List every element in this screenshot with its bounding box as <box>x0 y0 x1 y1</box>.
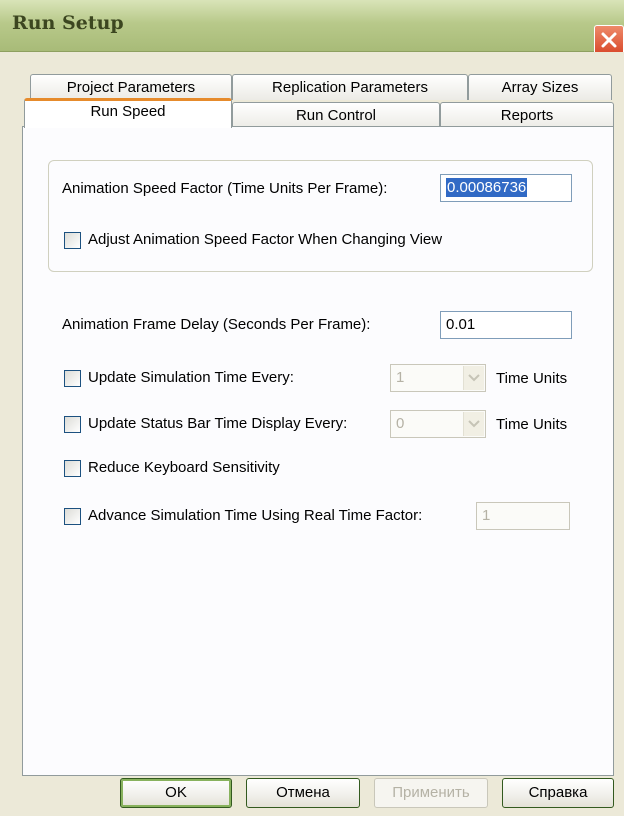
tab-run-speed[interactable]: Run Speed <box>24 98 232 128</box>
update-sim-time-checkbox[interactable] <box>64 370 81 387</box>
reduce-keyboard-checkbox[interactable] <box>64 460 81 477</box>
update-status-bar-dropdown-button[interactable] <box>463 412 484 436</box>
tab-reports[interactable]: Reports <box>440 102 614 128</box>
adjust-speed-factor-label: Adjust Animation Speed Factor When Chang… <box>88 231 443 248</box>
help-button[interactable]: Справка <box>502 778 614 808</box>
update-sim-time-units: Time Units <box>496 370 568 387</box>
speed-factor-label: Animation Speed Factor (Time Units Per F… <box>62 180 388 197</box>
update-sim-time-dropdown-button[interactable] <box>463 366 484 390</box>
tab-replication-parameters[interactable]: Replication Parameters <box>232 74 468 100</box>
reduce-keyboard-label: Reduce Keyboard Sensitivity <box>88 459 280 476</box>
frame-delay-input[interactable]: 0.01 <box>440 311 572 339</box>
speed-factor-input[interactable]: 0.00086736 <box>440 174 572 202</box>
close-icon <box>601 32 617 48</box>
advance-sim-checkbox[interactable] <box>64 508 81 525</box>
update-status-bar-label: Update Status Bar Time Display Every: <box>88 415 348 432</box>
cancel-button[interactable]: Отмена <box>246 778 360 808</box>
update-sim-time-combo[interactable]: 1 <box>390 364 486 392</box>
apply-button[interactable]: Применить <box>374 778 488 808</box>
frame-delay-label: Animation Frame Delay (Seconds Per Frame… <box>62 316 371 333</box>
chevron-down-icon <box>468 374 480 382</box>
update-status-bar-combo[interactable]: 0 <box>390 410 486 438</box>
update-sim-time-label: Update Simulation Time Every: <box>88 369 294 386</box>
tab-project-parameters[interactable]: Project Parameters <box>30 74 232 100</box>
window-title: Run Setup <box>12 12 124 34</box>
tab-array-sizes[interactable]: Array Sizes <box>468 74 612 100</box>
ok-button[interactable]: OK <box>120 778 232 808</box>
tab-run-control[interactable]: Run Control <box>232 102 440 128</box>
adjust-speed-factor-checkbox[interactable] <box>64 232 81 249</box>
update-status-bar-value: 0 <box>396 415 405 432</box>
advance-sim-label: Advance Simulation Time Using Real Time … <box>88 507 423 524</box>
close-button[interactable] <box>594 25 624 55</box>
chevron-down-icon <box>468 420 480 428</box>
advance-sim-factor-input[interactable]: 1 <box>476 502 570 530</box>
title-bar: Run Setup <box>0 0 624 52</box>
update-status-bar-checkbox[interactable] <box>64 416 81 433</box>
update-sim-time-value: 1 <box>396 369 405 386</box>
update-status-bar-units: Time Units <box>496 416 568 433</box>
